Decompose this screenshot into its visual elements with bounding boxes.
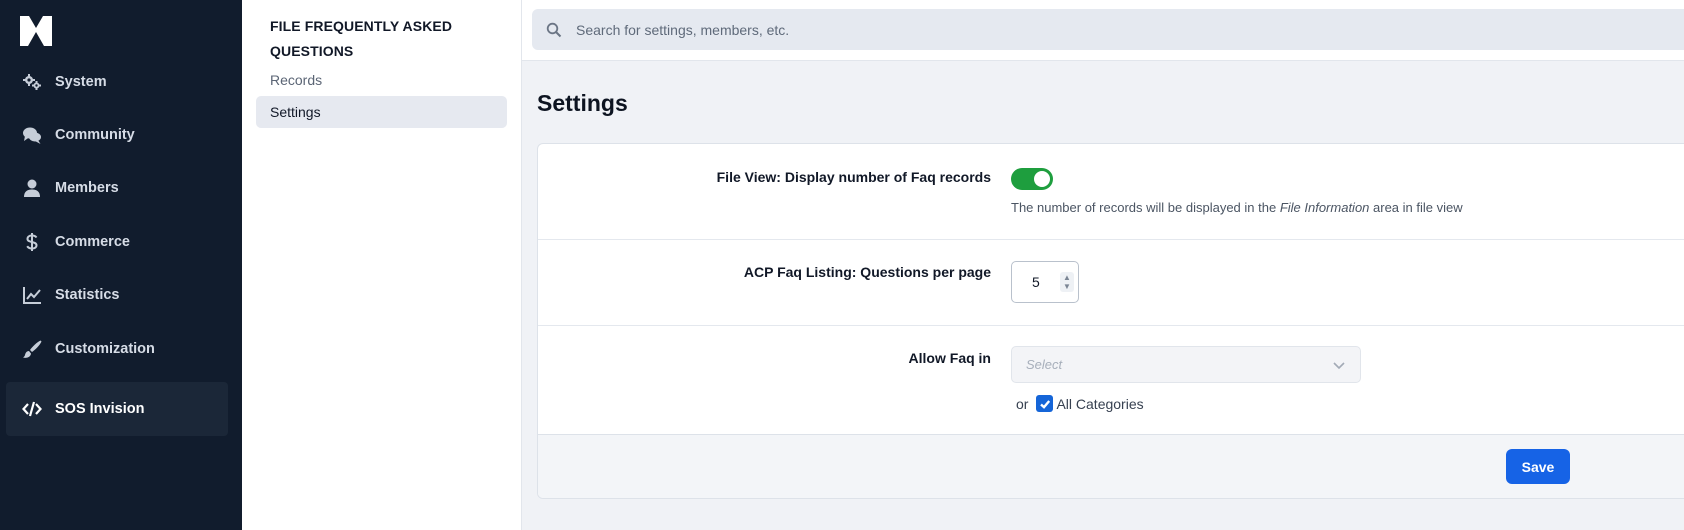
gears-icon xyxy=(21,72,43,92)
page-title: Settings xyxy=(537,90,628,116)
nav-item-members[interactable]: Members xyxy=(6,161,228,215)
nav-item-customization[interactable]: Customization xyxy=(6,322,228,376)
setting-description: The number of records will be displayed … xyxy=(1011,200,1463,215)
file-view-toggle[interactable] xyxy=(1011,168,1053,190)
dollar-icon xyxy=(21,232,43,252)
nav-item-label: SOS Invision xyxy=(55,401,145,417)
save-button[interactable]: Save xyxy=(1506,449,1570,484)
form-footer: Save xyxy=(538,435,1684,498)
nav-item-label: Members xyxy=(55,180,119,196)
or-text: or xyxy=(1016,395,1029,412)
setting-label: File View: Display number of Faq records xyxy=(716,169,991,185)
chevron-down-icon[interactable]: ▼ xyxy=(1063,282,1071,291)
category-select[interactable]: Select xyxy=(1011,346,1361,383)
submenu-item-records[interactable]: Records xyxy=(256,64,507,96)
setting-label: Allow Faq in xyxy=(908,350,991,366)
checkmark-icon xyxy=(1040,399,1051,409)
setting-row-file-view: File View: Display number of Faq records… xyxy=(538,144,1684,240)
main-content: Settings File View: Display number of Fa… xyxy=(522,0,1684,530)
setting-field: The number of records will be displayed … xyxy=(1011,168,1463,215)
nav-item-label: Community xyxy=(55,127,135,143)
secondary-menu: FILE FREQUENTLY ASKED QUESTIONS Records … xyxy=(242,0,522,530)
number-value: 5 xyxy=(1032,274,1040,290)
setting-label: ACP Faq Listing: Questions per page xyxy=(743,264,991,280)
nav-item-system[interactable]: System xyxy=(6,55,228,109)
top-bar xyxy=(522,0,1684,61)
nav-item-label: Statistics xyxy=(55,287,120,303)
nav-item-label: Commerce xyxy=(55,234,130,250)
nav-item-label: System xyxy=(55,74,107,90)
search-input[interactable] xyxy=(576,21,1276,38)
brand-logo-icon[interactable] xyxy=(20,16,52,46)
all-categories-label[interactable]: All Categories xyxy=(1056,396,1143,412)
select-placeholder: Select xyxy=(1026,357,1063,372)
submenu-title: FILE FREQUENTLY ASKED QUESTIONS xyxy=(270,18,453,59)
nav-item-statistics[interactable]: Statistics xyxy=(6,268,228,322)
user-icon xyxy=(21,178,43,198)
paintbrush-icon xyxy=(21,339,43,359)
chat-bubbles-icon xyxy=(21,125,43,145)
number-stepper[interactable]: ▲ ▼ xyxy=(1060,272,1074,292)
all-categories-line: or All Categories xyxy=(1011,395,1361,412)
setting-field: 5 ▲ ▼ xyxy=(1011,261,1079,303)
setting-row-allow-faq: Allow Faq in Select or All Categories xyxy=(538,326,1684,435)
chevron-up-icon[interactable]: ▲ xyxy=(1063,273,1071,282)
line-chart-icon xyxy=(21,285,43,305)
nav-item-commerce[interactable]: Commerce xyxy=(6,215,228,269)
submenu-item-settings[interactable]: Settings xyxy=(256,96,507,128)
chevron-down-icon xyxy=(1333,361,1345,369)
code-icon xyxy=(21,399,43,419)
all-categories-checkbox[interactable] xyxy=(1036,395,1054,412)
setting-field: Select or All Categories xyxy=(1011,346,1361,412)
nav-item-label: Customization xyxy=(55,341,155,357)
search-box[interactable] xyxy=(532,9,1684,50)
nav-item-sos-invision[interactable]: SOS Invision xyxy=(6,382,228,436)
main-navigation: System Community Members Commerce Statis… xyxy=(0,0,242,530)
settings-form: File View: Display number of Faq records… xyxy=(537,143,1684,499)
questions-per-page-input[interactable]: 5 ▲ ▼ xyxy=(1011,261,1079,303)
nav-item-community[interactable]: Community xyxy=(6,108,228,162)
setting-row-acp-listing: ACP Faq Listing: Questions per page 5 ▲ ▼ xyxy=(538,240,1684,326)
search-icon xyxy=(546,22,562,37)
